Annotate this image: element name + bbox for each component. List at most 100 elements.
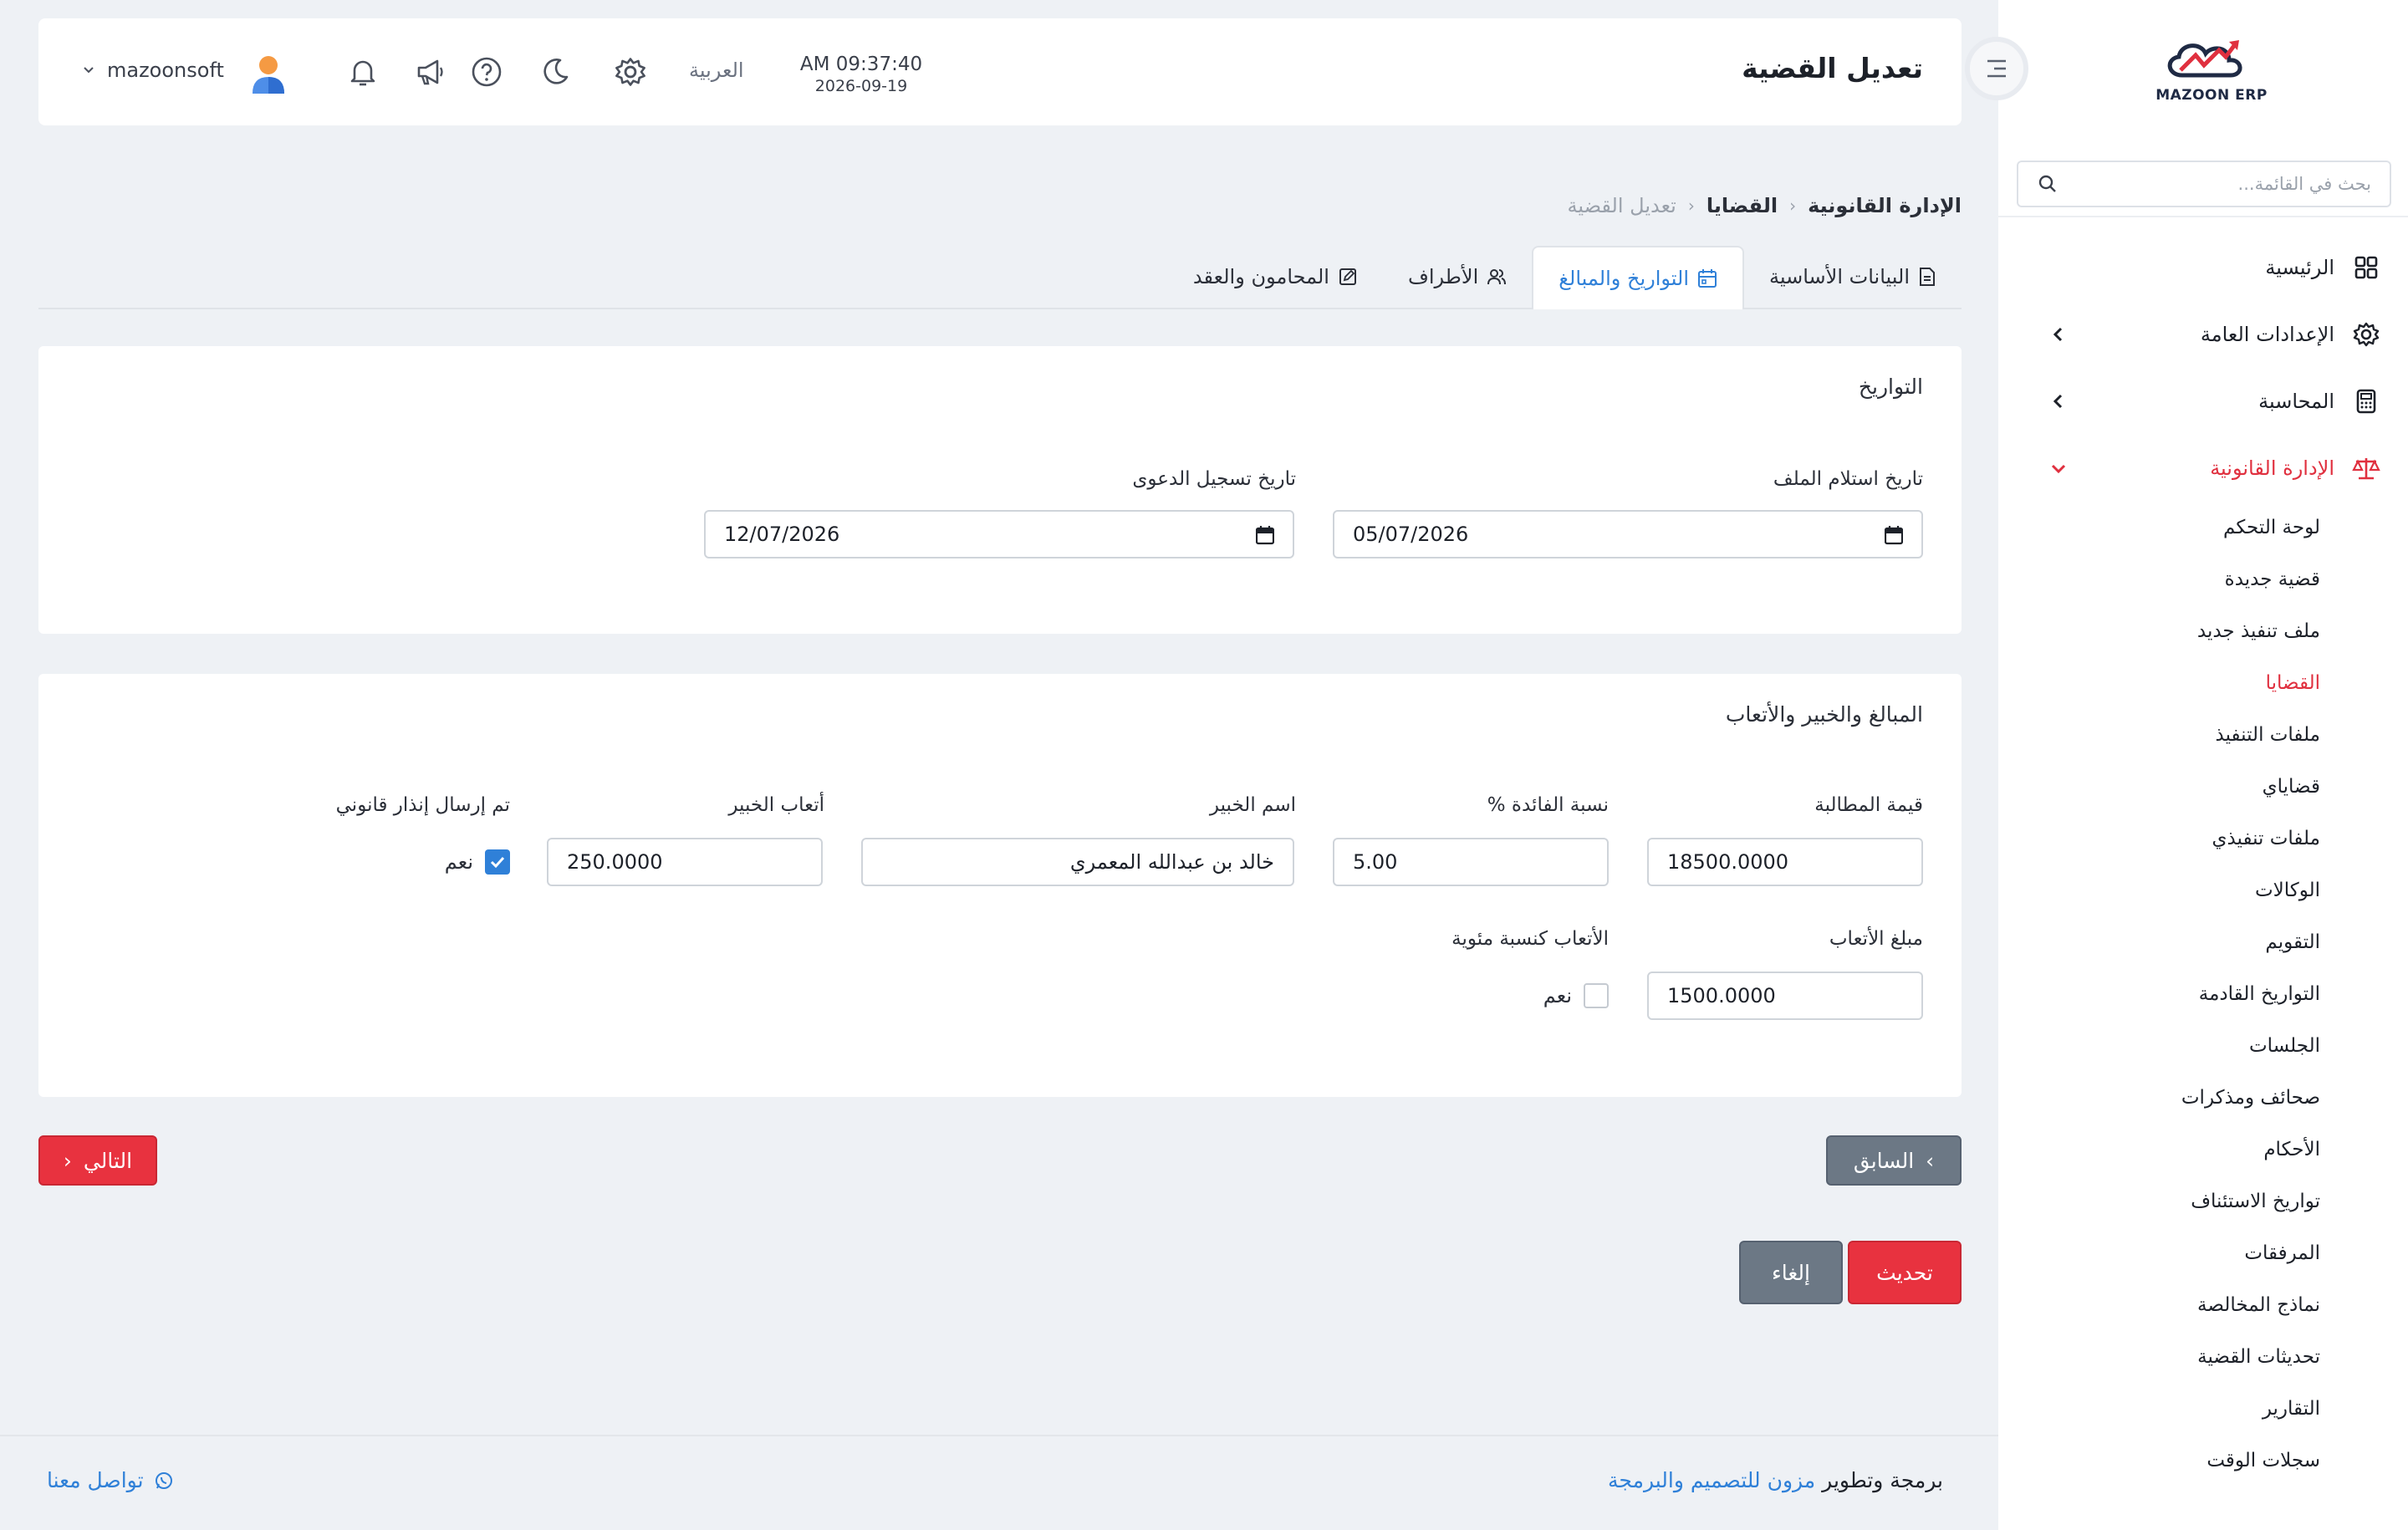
tab-parties[interactable]: الأطراف (1383, 246, 1532, 308)
sidebar-item-legal[interactable]: الإدارة القانونية (1998, 435, 2408, 502)
gear-icon (2349, 318, 2383, 351)
logo-icon (2167, 40, 2242, 78)
tab-label: التواريخ والمبالغ (1559, 267, 1689, 290)
submenu-item-time-logs[interactable]: سجلات الوقت (1998, 1435, 2408, 1487)
submenu-item-upcoming-dates[interactable]: التواريخ القادمة (1998, 968, 2408, 1020)
dark-mode-moon-icon[interactable] (537, 54, 574, 90)
search-icon[interactable] (2018, 162, 2077, 206)
tab-label: المحامون والعقد (1192, 265, 1329, 288)
notification-bell-icon[interactable] (344, 54, 381, 90)
update-button[interactable]: تحديث (1848, 1241, 1962, 1304)
cancel-button[interactable]: إلغاء (1739, 1241, 1843, 1304)
contact-us-link[interactable]: تواصل معنا (47, 1468, 174, 1492)
breadcrumb-legal[interactable]: الإدارة القانونية (1808, 194, 1962, 217)
username[interactable]: mazoonsoft (107, 59, 224, 82)
dates-card: التواريخ تاريخ استلام الملف 05/07/2026 ت… (38, 346, 1962, 634)
language-switch[interactable]: العربية (689, 59, 744, 82)
sidebar-item-general-settings[interactable]: الإعدادات العامة (1998, 301, 2408, 368)
filing-date-input[interactable]: 12/07/2026 (704, 510, 1294, 558)
calendar-icon[interactable] (1256, 525, 1274, 545)
footer-company-link[interactable]: مزون للتصميم والبرمجة (1608, 1468, 1815, 1492)
file-received-date-label: تاريخ استلام الملف (1773, 468, 1923, 490)
sidebar-toggle-button[interactable] (1965, 37, 2028, 100)
sidebar-item-label: الإعدادات العامة (2200, 323, 2334, 346)
legal-notice-yes-label: نعم (444, 850, 473, 874)
legal-notice-checkbox[interactable] (485, 849, 510, 875)
claim-amount-input[interactable]: 18500.0000 (1647, 838, 1923, 886)
expert-name-input[interactable]: خالد بن عبدالله المعمري (861, 838, 1294, 886)
legal-notice-checkbox-group: نعم (445, 849, 510, 875)
filing-date-label: تاريخ تسجيل الدعوى (1132, 468, 1296, 490)
submenu-item-pleadings[interactable]: صحائف ومذكرات (1998, 1072, 2408, 1124)
chevron-left-icon: ‹ (63, 1148, 72, 1173)
card-title: التواريخ (1858, 375, 1923, 399)
contact-us-label: تواصل معنا (47, 1468, 144, 1492)
submenu-item-judgments[interactable]: الأحكام (1998, 1124, 2408, 1176)
calculator-icon (2349, 385, 2383, 418)
breadcrumb: الإدارة القانونية ‹ القضايا ‹ تعديل القض… (1567, 194, 1962, 217)
file-received-date-input[interactable]: 05/07/2026 (1333, 510, 1923, 558)
sidebar-item-label: الإدارة القانونية (2210, 456, 2334, 480)
edit-icon (1339, 268, 1356, 285)
sidebar: MAZOON ERP الرئيسية الإعدادات العامة الم… (1998, 0, 2408, 1530)
expert-fees-value: 250.0000 (567, 850, 663, 874)
legal-notice-label: تم إرسال إنذار قانوني (335, 794, 510, 816)
submenu-item-cases[interactable]: القضايا (1998, 657, 2408, 709)
grid-icon (2349, 251, 2383, 284)
legal-submenu: لوحة التحكم قضية جديدة ملف تنفيذ جديد ال… (1998, 502, 2408, 1487)
menu-lines-icon (1987, 59, 2006, 78)
sidebar-divider (1998, 216, 2408, 217)
settings-gear-icon[interactable] (612, 54, 649, 90)
sidebar-search-input[interactable] (2077, 162, 2390, 206)
submenu-item-execution-files[interactable]: ملفات التنفيذ (1998, 709, 2408, 761)
next-button[interactable]: التالي ‹ (38, 1135, 157, 1186)
whatsapp-icon (155, 1471, 172, 1489)
submenu-item-power-of-attorney[interactable]: الوكالات (1998, 864, 2408, 916)
submenu-item-new-case[interactable]: قضية جديدة (1998, 553, 2408, 605)
claim-amount-value: 18500.0000 (1667, 850, 1789, 874)
help-icon[interactable] (468, 54, 505, 90)
submenu-item-case-updates[interactable]: تحديثات القضية (1998, 1331, 2408, 1383)
tab-basic-data[interactable]: البيانات الأساسية (1744, 246, 1962, 308)
interest-rate-input[interactable]: 5.00 (1333, 838, 1609, 886)
sidebar-search[interactable] (2017, 161, 2391, 207)
submenu-item-attachments[interactable]: المرفقات (1998, 1227, 2408, 1279)
fees-percent-checkbox[interactable] (1584, 983, 1609, 1008)
claim-amount-label: قيمة المطالبة (1814, 794, 1923, 816)
amounts-card: المبالغ والخبير والأتعاب قيمة المطالبة 1… (38, 674, 1962, 1097)
chevron-right-icon: › (1926, 1148, 1935, 1173)
expert-fees-input[interactable]: 250.0000 (547, 838, 823, 886)
submenu-item-calendar[interactable]: التقويم (1998, 916, 2408, 968)
submenu-item-reports[interactable]: التقارير (1998, 1383, 2408, 1435)
chevron-down-icon[interactable] (82, 64, 95, 77)
sidebar-item-home[interactable]: الرئيسية (1998, 234, 2408, 301)
clock: AM 09:37:40 2026-09-19 (794, 54, 928, 95)
card-title: المبالغ والخبير والأتعاب (1725, 702, 1923, 727)
previous-button[interactable]: › السابق (1826, 1135, 1962, 1186)
breadcrumb-cases[interactable]: القضايا (1707, 194, 1778, 217)
submenu-item-appeal-dates[interactable]: تواريخ الاستئناف (1998, 1176, 2408, 1227)
logo-text: MAZOON ERP (2155, 87, 2268, 104)
calendar-icon (1698, 269, 1717, 288)
cancel-button-label: إلغاء (1772, 1260, 1810, 1285)
chevron-down-icon (2051, 464, 2066, 474)
submenu-item-my-cases[interactable]: قضاياي (1998, 761, 2408, 813)
fees-amount-input[interactable]: 1500.0000 (1647, 972, 1923, 1020)
chevron-left-icon (2053, 327, 2063, 342)
fees-percent-checkbox-group: نعم (1543, 983, 1609, 1008)
mazoon-logo[interactable]: MAZOON ERP (2149, 33, 2274, 117)
submenu-item-settlement-forms[interactable]: نماذج المخالصة (1998, 1279, 2408, 1331)
tab-dates-amounts[interactable]: التواريخ والمبالغ (1532, 246, 1744, 309)
tab-lawyers-contract[interactable]: المحامون والعقد (1168, 246, 1383, 308)
submenu-item-sessions[interactable]: الجلسات (1998, 1020, 2408, 1072)
submenu-item-my-execution-files[interactable]: ملفات تنفيذي (1998, 813, 2408, 864)
submenu-item-dashboard[interactable]: لوحة التحكم (1998, 502, 2408, 553)
case-tabs: البيانات الأساسية التواريخ والمبالغ الأط… (38, 246, 1962, 309)
chevron-left-icon (2053, 394, 2063, 409)
avatar[interactable] (247, 52, 289, 95)
announcement-megaphone-icon[interactable] (411, 54, 448, 90)
calendar-icon[interactable] (1885, 525, 1903, 545)
clock-date: 2026-09-19 (814, 77, 908, 95)
submenu-item-new-execution-file[interactable]: ملف تنفيذ جديد (1998, 605, 2408, 657)
sidebar-item-accounting[interactable]: المحاسبة (1998, 368, 2408, 435)
